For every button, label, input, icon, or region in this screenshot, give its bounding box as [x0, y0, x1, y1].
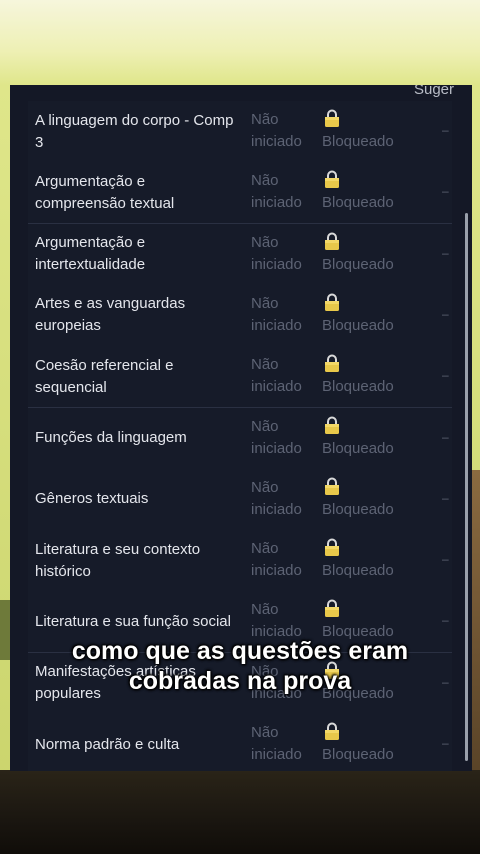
lock-icon: [324, 293, 340, 311]
table-row[interactable]: Funções da linguagem Não iniciado Bloquead…: [28, 407, 452, 470]
background-desk: [0, 770, 480, 854]
dash-icon: –: [442, 306, 449, 321]
locked-label: Bloqueado: [322, 194, 394, 212]
topic-name[interactable]: Funções da linguagem: [35, 408, 235, 469]
topic-name[interactable]: Artes e as vanguardas europeias: [35, 285, 235, 346]
locked-label: Bloqueado: [322, 746, 394, 763]
lock-icon: [324, 109, 340, 127]
dash-icon: –: [442, 429, 449, 444]
status-text: Não iniciado: [251, 294, 302, 334]
table-row[interactable]: A linguagem do corpo - Comp 3 Não iniciad…: [28, 101, 452, 163]
table-row[interactable]: Artes e as vanguardas europeias Não inici…: [28, 284, 452, 347]
table-row[interactable]: Literatura e seu contexto histórico Não i…: [28, 530, 452, 593]
lock-icon: [324, 232, 340, 250]
topic-name[interactable]: Coesão referencial e sequencial: [35, 346, 235, 407]
locked-label: Bloqueado: [322, 500, 394, 518]
lock-icon: [324, 722, 340, 740]
caption-line: cobradas na prova: [128, 667, 352, 695]
lock-icon: [324, 477, 340, 495]
suggested-column-header[interactable]: Suger: [414, 85, 454, 98]
table-row[interactable]: Gêneros textuais Não iniciado Bloqueado –: [28, 468, 452, 531]
status-text: Não iniciado: [251, 356, 302, 396]
locked-label: Bloqueado: [322, 316, 394, 334]
status-text: Não iniciado: [251, 540, 302, 580]
topic-name[interactable]: Argumentação e compreensão textual: [35, 162, 235, 223]
video-caption: como que as questões eram cobradas na pr…: [0, 636, 480, 696]
lock-icon: [324, 538, 340, 557]
status-text: Não iniciado: [251, 111, 302, 150]
status-text: Não iniciado: [251, 478, 302, 518]
table-row[interactable]: Norma padrão e culta Não iniciado Bloquead…: [28, 714, 452, 771]
lock-icon: [324, 170, 340, 189]
status-text: Não iniciado: [251, 233, 302, 273]
locked-label: Bloqueado: [322, 133, 394, 150]
topic-name[interactable]: Norma padrão e culta: [35, 714, 235, 771]
caption-line: como que as questões eram: [71, 637, 409, 665]
topic-name[interactable]: Gêneros textuais: [35, 469, 235, 530]
status-text: Não iniciado: [251, 417, 302, 457]
topic-name[interactable]: Argumentação e intertextualidade: [35, 224, 235, 285]
dash-icon: –: [442, 184, 449, 199]
dash-icon: –: [442, 123, 449, 137]
locked-label: Bloqueado: [322, 562, 394, 580]
table-header: Suger: [10, 85, 472, 101]
topic-name[interactable]: Literatura e seu contexto histórico: [35, 530, 235, 591]
table-row[interactable]: Coesão referencial e sequencial Não inici…: [28, 346, 452, 409]
locked-label: Bloqueado: [322, 439, 394, 457]
status-text: Não iniciado: [251, 724, 302, 763]
table-row[interactable]: Argumentação e intertextualidade Não inic…: [28, 223, 452, 286]
locked-label: Bloqueado: [322, 378, 394, 396]
dash-icon: –: [442, 736, 449, 750]
lock-icon: [324, 599, 340, 618]
locked-label: Bloqueado: [322, 255, 394, 273]
lock-icon: [324, 354, 340, 373]
dash-icon: –: [442, 613, 449, 628]
status-text: Não iniciado: [251, 172, 302, 212]
dash-icon: –: [442, 490, 449, 505]
topic-name[interactable]: A linguagem do corpo - Comp 3: [35, 101, 235, 162]
dash-icon: –: [442, 245, 449, 260]
lock-icon: [324, 416, 340, 434]
dash-icon: –: [442, 368, 449, 383]
table-row[interactable]: Argumentação e compreensão textual Não in…: [28, 162, 452, 225]
dash-icon: –: [442, 552, 449, 567]
